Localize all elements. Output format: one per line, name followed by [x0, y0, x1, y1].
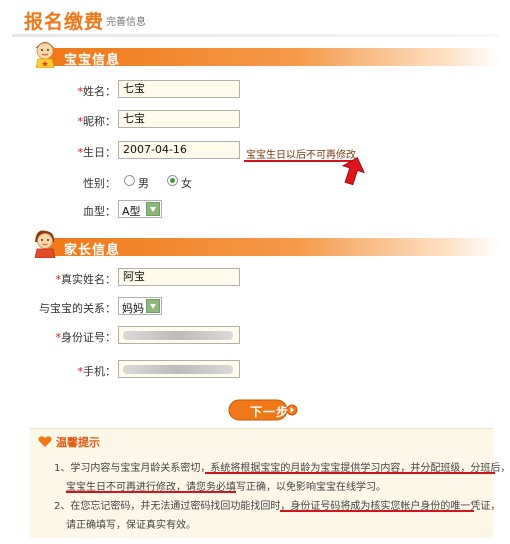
chevron-down-icon — [146, 202, 160, 216]
baby-info-banner: 宝宝信息 — [32, 42, 500, 68]
baby-info-title: 宝宝信息 — [64, 53, 121, 68]
blood-type-select[interactable]: A型 — [118, 200, 162, 218]
page-subtitle: 完善信息 — [106, 17, 146, 28]
tips-box: 温馨提示 1、学习内容与宝宝月龄关系密切，系统将根据宝宝的月龄为宝宝提供学习内容… — [30, 428, 510, 538]
next-step-button[interactable]: 下一步 — [228, 399, 298, 421]
gender-female-radio[interactable] — [167, 175, 178, 186]
baby-nickname-row: *昵称： 七宝 — [0, 110, 510, 130]
heart-icon — [38, 436, 52, 447]
parent-id-number-row: *身份证号： — [0, 326, 510, 346]
tip-line-4: 请正确填写，保证真实有效。 — [66, 520, 196, 531]
header-divider — [12, 34, 498, 37]
baby-avatar-icon — [35, 42, 55, 68]
baby-gender-row: 性别： 男 女 — [0, 172, 510, 192]
baby-blood-type-label: 血型： — [83, 205, 116, 218]
parent-real-name-row: *真实姓名： 阿宝 — [0, 268, 510, 288]
baby-name-input[interactable]: 七宝 — [118, 80, 240, 98]
parent-mobile-label: *手机： — [77, 365, 117, 378]
parent-mobile-input[interactable] — [118, 360, 240, 378]
baby-nickname-label: *昵称： — [77, 115, 117, 128]
tips-title: 温馨提示 — [56, 436, 100, 449]
tip-underline — [280, 510, 474, 512]
parent-id-number-label: *身份证号： — [55, 331, 117, 344]
gender-female-label: 女 — [181, 177, 192, 190]
parent-real-name-input[interactable]: 阿宝 — [118, 268, 240, 286]
parent-relation-row: 与宝宝的关系： 妈妈 — [0, 297, 510, 317]
parent-info-title: 家长信息 — [64, 243, 121, 258]
parent-real-name-label: *真实姓名： — [55, 273, 117, 286]
tip-underline — [66, 491, 236, 493]
relation-select[interactable]: 妈妈 — [118, 297, 162, 315]
parent-info-banner: 家长信息 — [32, 230, 500, 258]
page-title: 报名缴费 — [24, 11, 105, 33]
masked-value — [123, 365, 233, 374]
parent-id-number-input[interactable] — [118, 326, 240, 344]
baby-gender-label: 性别： — [83, 177, 116, 190]
tip-underline — [205, 472, 495, 474]
baby-name-row: *姓名： 七宝 — [0, 80, 510, 100]
parent-mobile-row: *手机： — [0, 360, 510, 380]
baby-nickname-input[interactable]: 七宝 — [118, 110, 240, 128]
baby-birthday-input[interactable]: 2007-04-16 — [118, 141, 240, 159]
parent-avatar-icon — [34, 230, 56, 258]
baby-birthday-label: *生日： — [77, 146, 117, 159]
relation-value: 妈妈 — [122, 302, 144, 315]
next-step-label: 下一步 — [250, 405, 290, 419]
page-header: 报名缴费 完善信息 — [0, 0, 510, 34]
parent-relation-label: 与宝宝的关系： — [39, 302, 116, 315]
gender-male-label: 男 — [138, 177, 149, 190]
baby-name-label: *姓名： — [77, 85, 117, 98]
chevron-down-icon — [146, 299, 160, 313]
masked-value — [123, 331, 233, 340]
gender-male-radio[interactable] — [124, 175, 135, 186]
blood-type-value: A型 — [122, 205, 141, 218]
baby-blood-type-row: 血型： A型 — [0, 200, 510, 220]
